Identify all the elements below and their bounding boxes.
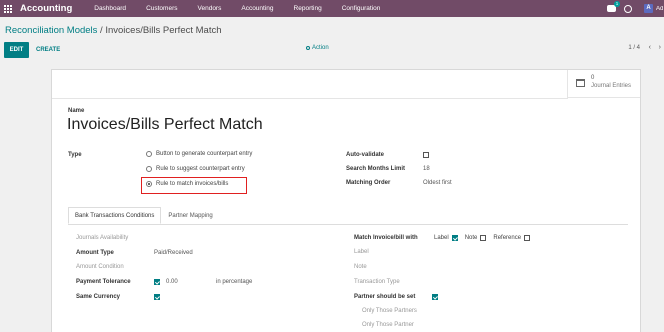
note-field-label: Note <box>354 264 367 270</box>
auto-validate-checkbox[interactable] <box>423 152 429 158</box>
type-option-label: Rule to suggest counterpart entry <box>156 166 245 172</box>
journal-entries-count: 0 <box>591 75 595 81</box>
form-sheet: 0 Journal Entries Name Invoices/Bills Pe… <box>51 69 641 332</box>
apps-menu-icon[interactable] <box>4 4 14 13</box>
radio-icon[interactable] <box>146 166 152 172</box>
partner-should-be-set-checkbox[interactable] <box>432 294 438 300</box>
record-title[interactable]: Invoices/Bills Perfect Match <box>67 116 263 134</box>
journals-availability-label: Journals Availability <box>76 235 129 241</box>
type-option-button[interactable]: Button to generate counterpart entry <box>146 151 252 157</box>
menu-vendors[interactable]: Vendors <box>198 5 222 12</box>
type-label: Type <box>68 152 82 158</box>
payment-tolerance-unit[interactable]: in percentage <box>216 279 252 285</box>
tab-partner-mapping[interactable]: Partner Mapping <box>161 207 219 224</box>
payment-tolerance-value[interactable]: 0.00 <box>166 279 178 285</box>
auto-validate-label: Auto-validate <box>346 152 385 158</box>
only-those-partners-label: Only Those Partners <box>362 308 417 314</box>
same-currency-label: Same Currency <box>76 294 121 300</box>
menu-dashboard[interactable]: Dashboard <box>94 5 126 12</box>
user-name[interactable]: Ad <box>656 6 664 12</box>
chat-icon[interactable]: 1 <box>607 1 620 12</box>
divider <box>52 98 568 99</box>
type-option-label: Button to generate counterpart entry <box>156 151 253 157</box>
amount-condition-label: Amount Condition <box>76 264 124 270</box>
type-option-suggest[interactable]: Rule to suggest counterpart entry <box>146 166 245 172</box>
search-months-value[interactable]: 18 <box>423 166 430 172</box>
journal-entries-label: Journal Entries <box>591 83 632 89</box>
name-label: Name <box>68 108 85 114</box>
match-reference-text: Reference <box>493 235 522 241</box>
edit-button[interactable]: EDIT <box>4 42 29 58</box>
label-field-label: Label <box>354 249 369 255</box>
matching-order-value[interactable]: Oldest first <box>423 180 452 186</box>
only-those-partner-categories-label: Only Those Partner <box>362 322 414 328</box>
action-dropdown[interactable]: Action <box>306 45 329 51</box>
match-note-checkbox[interactable] <box>480 235 487 241</box>
highlight-annotation <box>141 177 247 194</box>
notebook-tabs: Bank Transactions Conditions Partner Map… <box>68 207 220 224</box>
match-with-label: Match Invoice/bill with <box>354 235 418 241</box>
pager-value[interactable]: 1 / 4 <box>628 45 640 51</box>
match-reference-checkbox[interactable] <box>524 235 531 241</box>
top-navbar: Accounting Dashboard Customers Vendors A… <box>0 0 664 17</box>
breadcrumb-parent[interactable]: Reconciliation Models <box>5 25 97 36</box>
gear-icon <box>306 46 310 50</box>
chat-badge: 1 <box>614 1 620 7</box>
match-label-text: Label <box>434 235 449 241</box>
menu-customers[interactable]: Customers <box>146 5 177 12</box>
journal-icon <box>576 79 585 87</box>
breadcrumb: Reconciliation Models / Invoices/Bills P… <box>5 25 222 36</box>
match-label-checkbox[interactable] <box>451 235 458 241</box>
search-months-label: Search Months Limit <box>346 166 406 172</box>
match-label-option[interactable]: Label Note Reference <box>434 235 537 241</box>
radio-icon[interactable] <box>146 151 152 157</box>
create-button[interactable]: CREATE <box>36 42 60 58</box>
menu-reporting[interactable]: Reporting <box>294 5 322 12</box>
payment-tolerance-label: Payment Tolerance <box>76 279 131 285</box>
app-name[interactable]: Accounting <box>20 3 72 14</box>
amount-type-value[interactable]: Paid/Received <box>154 250 193 256</box>
journal-entries-smart-button[interactable]: 0 Journal Entries <box>567 70 640 98</box>
activity-clock-icon[interactable] <box>624 4 632 13</box>
same-currency-checkbox[interactable] <box>154 294 160 300</box>
tab-bank-transactions-conditions[interactable]: Bank Transactions Conditions <box>68 207 162 224</box>
match-note-text: Note <box>464 235 478 241</box>
matching-order-label: Matching Order <box>346 180 391 186</box>
payment-tolerance-checkbox[interactable] <box>154 279 160 285</box>
amount-type-label: Amount Type <box>76 250 114 256</box>
action-label: Action <box>312 45 329 51</box>
pager-next-icon[interactable]: › <box>659 44 661 51</box>
transaction-type-label: Transaction Type <box>354 279 400 285</box>
breadcrumb-current: Invoices/Bills Perfect Match <box>105 25 222 36</box>
user-avatar[interactable]: A <box>644 4 653 13</box>
menu-accounting[interactable]: Accounting <box>241 5 273 12</box>
pager-prev-icon[interactable]: ‹ <box>649 44 651 51</box>
partner-should-be-set-label: Partner should be set <box>354 294 416 300</box>
menu-configuration[interactable]: Configuration <box>342 5 381 12</box>
